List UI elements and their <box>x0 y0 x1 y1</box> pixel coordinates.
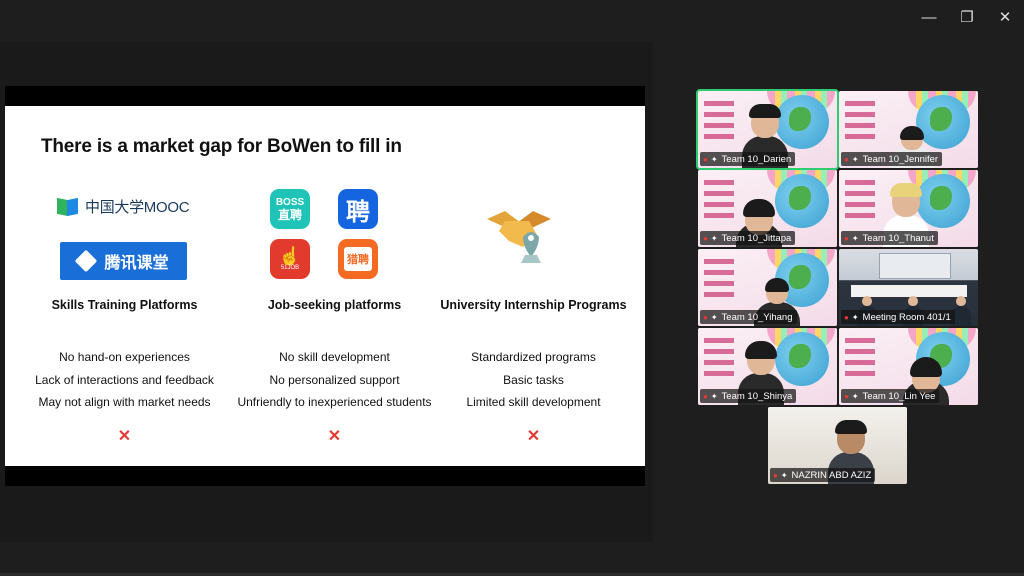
participant-tile[interactable]: ● ✦ Team 10_Darien <box>696 89 839 170</box>
pin-icon: ✦ <box>710 233 718 243</box>
pin-icon: ✦ <box>851 391 859 401</box>
participant-tile[interactable]: ● ✦ Team 10_Shinya <box>698 328 837 405</box>
column-university-internship: University Internship Programs Standardi… <box>426 106 641 466</box>
cross-mark-icon: ✕ <box>327 428 342 445</box>
column-items: No hand-on experiences Lack of interacti… <box>17 346 232 414</box>
pin-icon: ✦ <box>851 312 859 322</box>
pin-icon: ✦ <box>851 233 859 243</box>
mic-muted-icon: ● <box>703 312 708 322</box>
column-item: No skill development <box>279 350 390 364</box>
participant-tile[interactable]: ● ✦ Team 10_Yihang <box>698 249 837 326</box>
name-label: ● ✦ Meeting Room 401/1 <box>841 310 955 324</box>
column-item: Standardized programs <box>471 350 596 364</box>
close-icon[interactable]: ✕ <box>986 0 1024 34</box>
pin-icon: ✦ <box>851 154 859 164</box>
shared-slide-frame: There is a market gap for BoWen to fill … <box>5 86 645 486</box>
name-label: ● ✦ Team 10_Yihang <box>700 310 797 324</box>
participant-tile[interactable]: ● ✦ Meeting Room 401/1 <box>839 249 978 326</box>
participant-tile[interactable]: ● ✦ Team 10_Jennifer <box>839 91 978 168</box>
pin-icon: ✦ <box>710 391 718 401</box>
column-item: No hand-on experiences <box>59 350 190 364</box>
column-items: No skill development No personalized sup… <box>227 346 442 414</box>
pin-icon: ✦ <box>710 312 718 322</box>
column-item: May not align with market needs <box>38 395 211 409</box>
column-item: Basic tasks <box>503 372 564 387</box>
mic-muted-icon: ● <box>703 233 708 243</box>
pin-icon: ✦ <box>780 470 788 480</box>
name-label: ● ✦ Team 10_Jittapa <box>700 231 796 245</box>
name-label: ● ✦ Team 10_Shinya <box>700 389 797 403</box>
column-items: Standardized programs Basic tasks Limite… <box>426 346 641 414</box>
cross-mark-icon: ✕ <box>117 428 132 445</box>
name-label: ● ✦ Team 10_Darien <box>700 152 796 166</box>
participant-tile[interactable]: ● ✦ Team 10_Thanut <box>839 170 978 247</box>
mic-muted-icon: ● <box>773 470 778 480</box>
pin-icon: ✦ <box>710 154 718 164</box>
minimize-icon[interactable]: — <box>910 0 948 34</box>
mic-muted-icon: ● <box>844 312 849 322</box>
column-item: Lack of interactions and feedback <box>35 372 214 387</box>
name-label: ● ✦ Team 10_Thanut <box>841 231 938 245</box>
name-label: ● ✦ NAZRIN ABD AZIZ <box>770 468 876 482</box>
mic-muted-icon: ● <box>844 391 849 401</box>
mic-muted-icon: ● <box>703 154 708 164</box>
restore-icon[interactable]: ❐ <box>948 0 986 34</box>
column-job-seeking: Job-seeking platforms No skill developme… <box>227 106 442 466</box>
participant-tile[interactable]: ● ✦ Team 10_Jittapa <box>698 170 837 247</box>
participant-tile[interactable]: ● ✦ NAZRIN ABD AZIZ <box>768 407 907 484</box>
column-heading: University Internship Programs <box>440 298 627 312</box>
mic-muted-icon: ● <box>844 154 849 164</box>
participant-tile[interactable]: ● ✦ Team 10_Lin Yee <box>839 328 978 405</box>
name-label: ● ✦ Team 10_Lin Yee <box>841 389 940 403</box>
mic-muted-icon: ● <box>703 391 708 401</box>
column-item: Limited skill development <box>466 395 601 409</box>
column-heading: Skills Training Platforms <box>51 298 198 312</box>
column-skills-training: Skills Training Platforms No hand-on exp… <box>17 106 232 466</box>
mic-muted-icon: ● <box>844 233 849 243</box>
window-controls: — ❐ ✕ <box>910 0 1024 34</box>
column-item: No personalized support <box>269 372 400 387</box>
column-item: Unfriendly to inexperienced students <box>237 395 432 409</box>
cross-mark-icon: ✕ <box>526 428 541 445</box>
slide: There is a market gap for BoWen to fill … <box>5 106 645 466</box>
name-label: ● ✦ Team 10_Jennifer <box>841 152 943 166</box>
column-heading: Job-seeking platforms <box>267 298 402 312</box>
